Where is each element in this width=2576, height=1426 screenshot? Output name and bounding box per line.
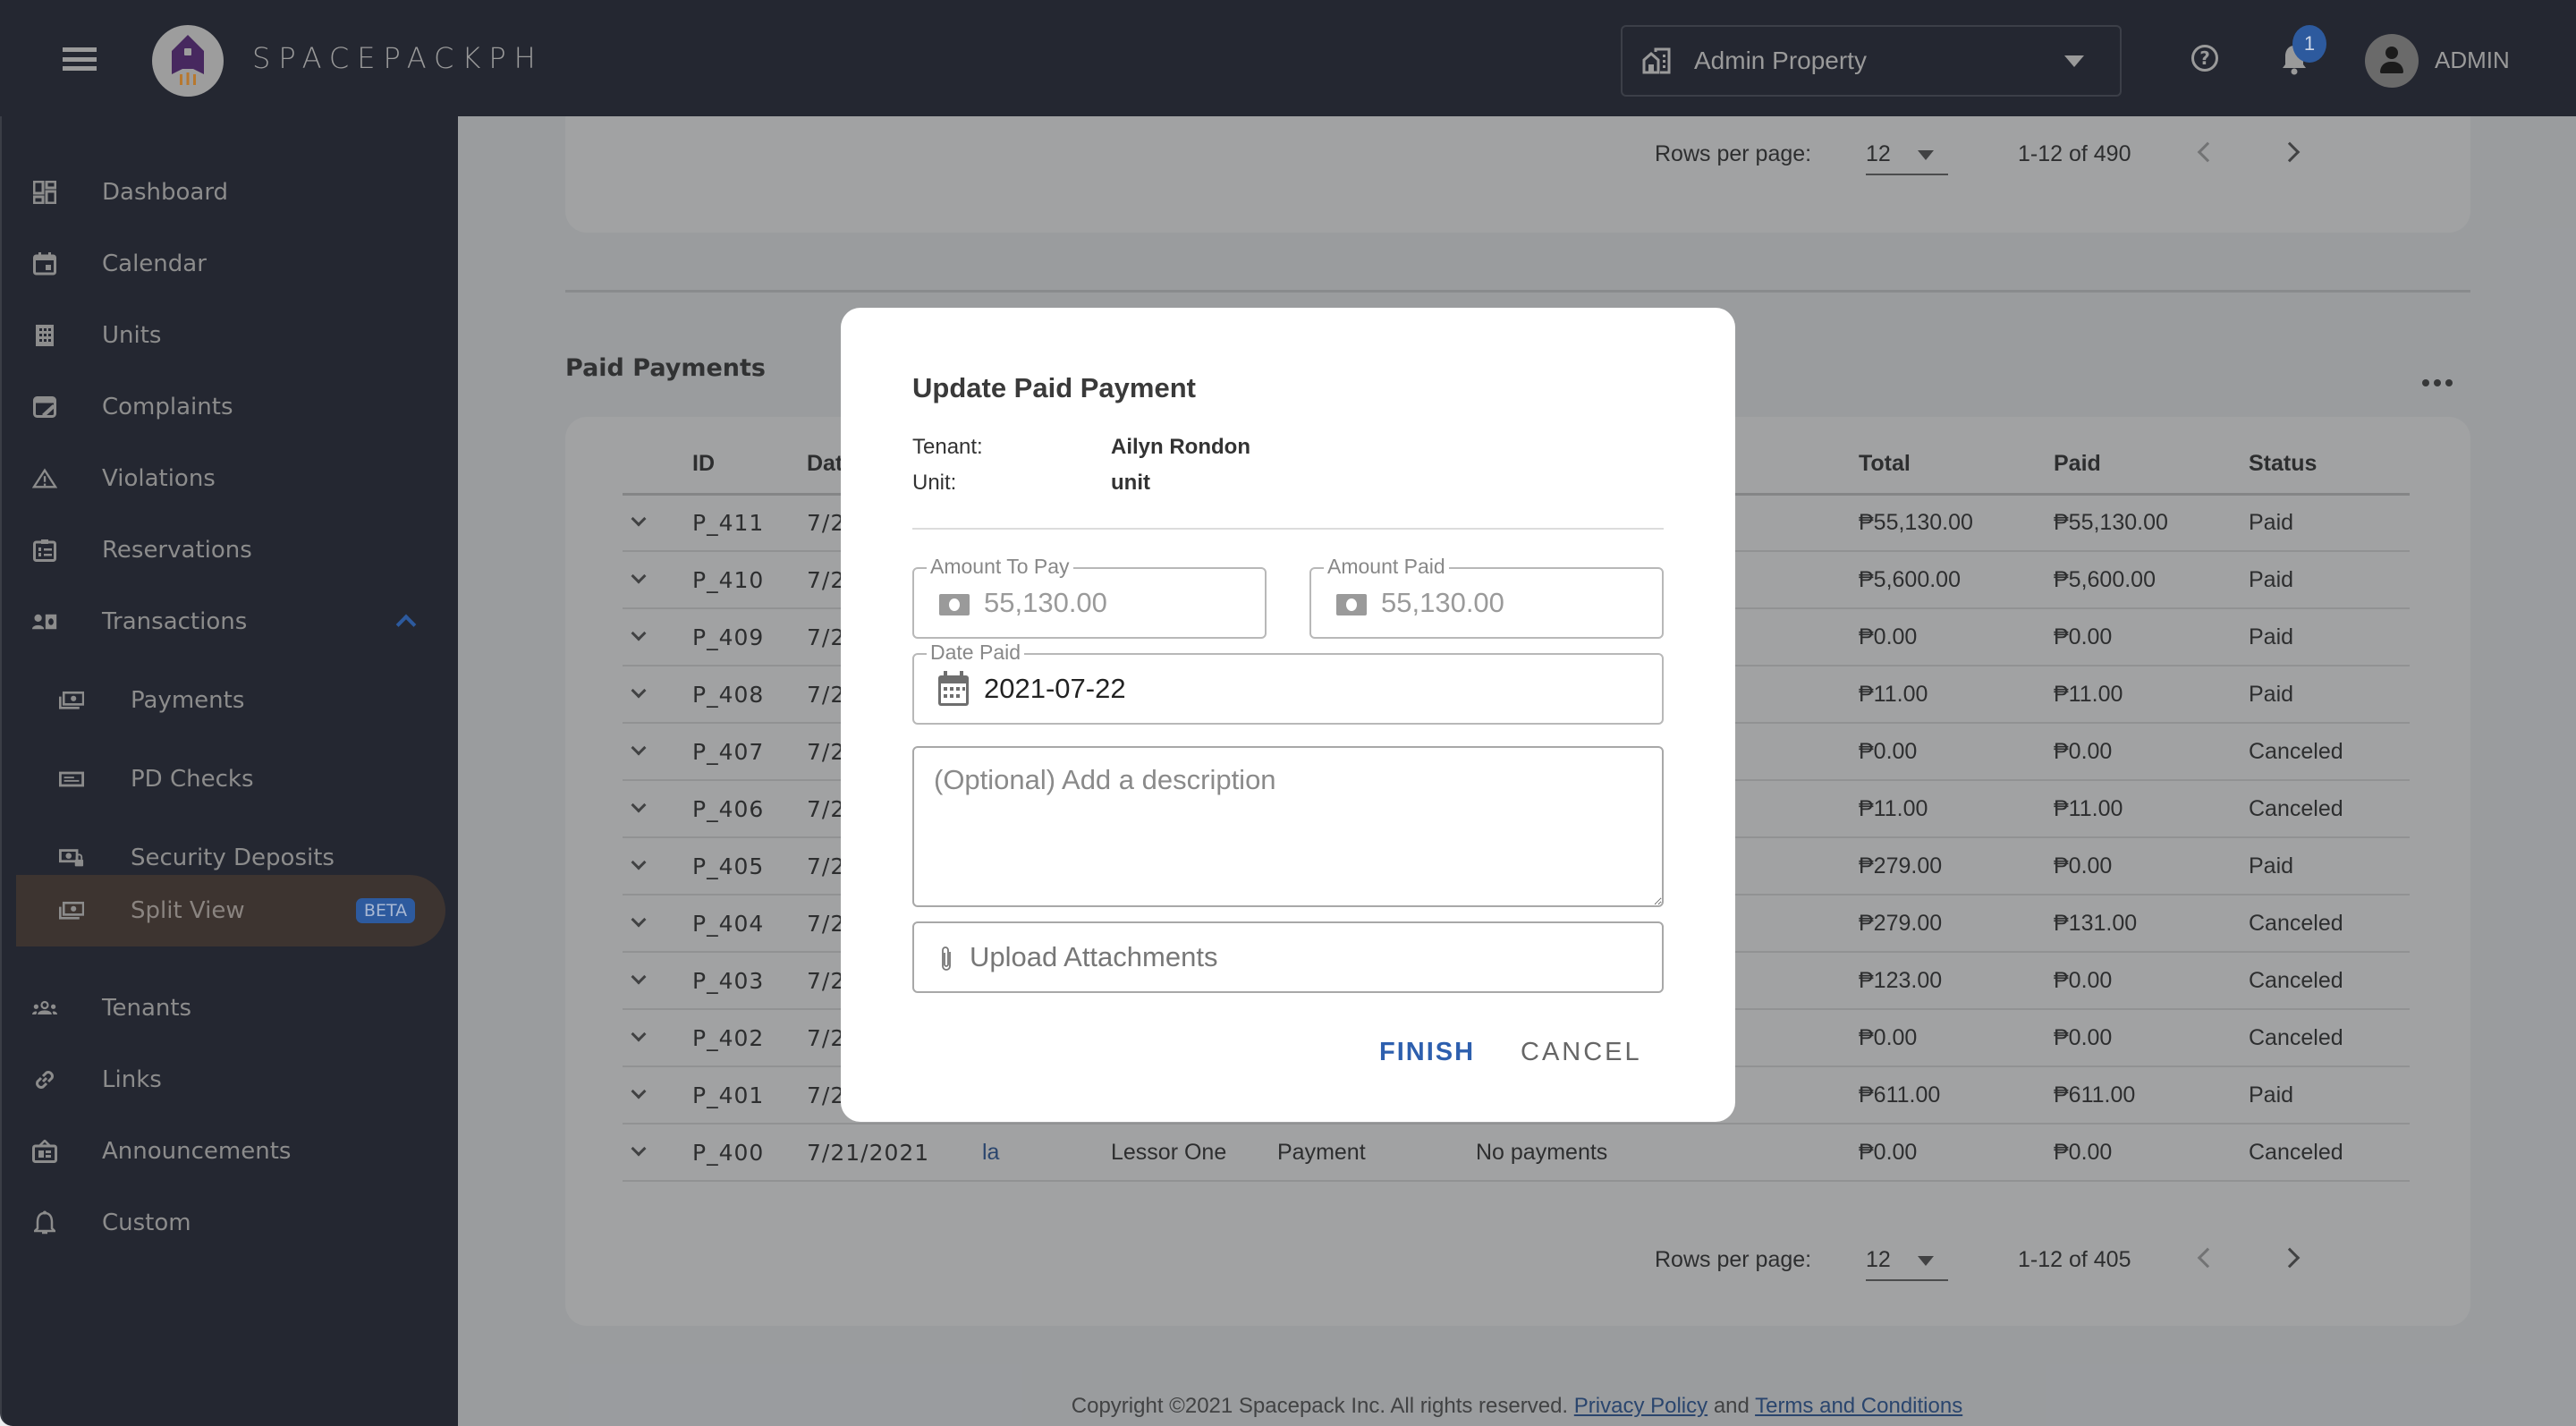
- amount-paid-value: 55,130.00: [1381, 587, 1504, 618]
- help-icon[interactable]: ?: [2191, 45, 2218, 72]
- cash-lock-icon: [59, 845, 84, 870]
- cash-icon: [1336, 594, 1367, 615]
- calendar-icon: [32, 251, 57, 276]
- field-label: Date Paid: [927, 641, 1025, 665]
- upload-label: Upload Attachments: [970, 941, 1218, 972]
- sidebar-item-violations[interactable]: Violations: [2, 447, 460, 510]
- sidebar-item-label: PD Checks: [131, 766, 254, 793]
- finish-button[interactable]: FINISH: [1379, 1038, 1475, 1067]
- property-selector[interactable]: Admin Property: [1621, 25, 2122, 97]
- sidebar-item-links[interactable]: Links: [2, 1048, 460, 1111]
- sidebar-item-calendar[interactable]: Calendar: [2, 233, 460, 295]
- caret-down-icon: [2064, 55, 2084, 67]
- sidebar-item-complaints[interactable]: Complaints: [2, 376, 460, 438]
- sidebar-item-label: Custom: [102, 1210, 191, 1236]
- notification-badge: 1: [2292, 25, 2326, 63]
- dashboard-icon: [32, 180, 57, 205]
- sidebar-item-label: Reservations: [102, 537, 252, 564]
- group-icon: [32, 996, 57, 1021]
- person-cash-icon: [32, 609, 57, 634]
- cash-stack-icon: [59, 898, 84, 923]
- date-paid-value: 2021-07-22: [984, 673, 1126, 704]
- edit-note-icon: [32, 395, 57, 420]
- sidebar-item-custom[interactable]: Custom: [2, 1192, 460, 1254]
- sidebar-item-payments[interactable]: Payments: [2, 669, 460, 732]
- sidebar-item-label: Complaints: [102, 394, 233, 420]
- upload-attachments-button[interactable]: Upload Attachments: [912, 921, 1664, 993]
- amount-paid-field[interactable]: Amount Paid 55,130.00: [1309, 555, 1664, 639]
- calendar-icon: [938, 671, 969, 706]
- cash-stack-icon: [59, 688, 84, 713]
- cash-icon: [939, 594, 970, 615]
- building-icon: [32, 323, 57, 348]
- paperclip-icon: [942, 946, 951, 971]
- user-name[interactable]: ADMIN: [2435, 47, 2510, 74]
- sidebar-item-split-view[interactable]: Split View BETA: [16, 875, 445, 946]
- avatar[interactable]: [2365, 34, 2419, 88]
- check-card-icon: [59, 767, 84, 792]
- sidebar-item-label: Dashboard: [102, 179, 229, 206]
- chevron-up-icon[interactable]: [395, 614, 417, 635]
- dialog-divider: [912, 528, 1664, 530]
- unit-label: Unit:: [912, 471, 957, 495]
- date-paid-field[interactable]: Date Paid 2021-07-22: [912, 641, 1664, 725]
- top-app-bar: SPACEPACKPH Admin Property ? 1 ADMIN: [0, 0, 2576, 116]
- sidebar-item-label: Violations: [102, 465, 216, 492]
- building-home-icon: [1642, 47, 1671, 74]
- sidebar-item-announcements[interactable]: Announcements: [2, 1120, 460, 1183]
- link-icon: [32, 1067, 57, 1092]
- description-input[interactable]: [912, 746, 1664, 907]
- clipboard-list-icon: [32, 538, 57, 563]
- tenant-value: Ailyn Rondon: [1111, 435, 1250, 459]
- sidebar-item-label: Tenants: [102, 995, 192, 1022]
- update-paid-payment-dialog: Update Paid Payment Tenant: Ailyn Rondon…: [841, 308, 1735, 1122]
- bell-icon: [32, 1210, 57, 1235]
- sidebar-item-label: Split View: [131, 897, 245, 924]
- board-icon: [32, 1139, 57, 1164]
- sidebar-item-tenants[interactable]: Tenants: [2, 977, 460, 1040]
- tenant-label: Tenant:: [912, 435, 983, 459]
- person-icon: [2385, 47, 2398, 59]
- sidebar-item-reservations[interactable]: Reservations: [2, 519, 460, 581]
- sidebar-item-label: Units: [102, 322, 162, 349]
- unit-value: unit: [1111, 471, 1150, 495]
- field-label: Amount To Pay: [927, 555, 1073, 579]
- sidebar-item-transactions[interactable]: Transactions: [2, 590, 460, 653]
- sidebar-item-label: Announcements: [102, 1138, 292, 1165]
- sidebar-item-label: Transactions: [102, 608, 248, 635]
- person-icon-body: [2380, 62, 2403, 73]
- sidebar-item-label: Links: [102, 1066, 162, 1093]
- sidebar: Dashboard Calendar Units Complaints Viol…: [0, 116, 458, 1426]
- cancel-button[interactable]: CANCEL: [1521, 1038, 1642, 1067]
- sidebar-item-pd-checks[interactable]: PD Checks: [2, 748, 460, 811]
- amount-to-pay-value: 55,130.00: [984, 587, 1107, 618]
- brand-name: SPACEPACKPH: [252, 41, 544, 75]
- logo[interactable]: [152, 25, 224, 97]
- field-label: Amount Paid: [1324, 555, 1449, 579]
- sidebar-item-units[interactable]: Units: [2, 304, 460, 367]
- dialog-title: Update Paid Payment: [912, 372, 1196, 403]
- warning-icon: [32, 466, 57, 491]
- sidebar-item-label: Payments: [131, 687, 245, 714]
- rocket-icon: [172, 35, 204, 85]
- sidebar-item-label: Calendar: [102, 250, 207, 277]
- amount-to-pay-field[interactable]: Amount To Pay 55,130.00: [912, 555, 1267, 639]
- menu-icon[interactable]: [63, 47, 97, 71]
- sidebar-item-label: Security Deposits: [131, 845, 335, 871]
- sidebar-item-dashboard[interactable]: Dashboard: [2, 161, 460, 224]
- beta-badge: BETA: [356, 898, 415, 923]
- property-selector-label: Admin Property: [1694, 47, 1867, 74]
